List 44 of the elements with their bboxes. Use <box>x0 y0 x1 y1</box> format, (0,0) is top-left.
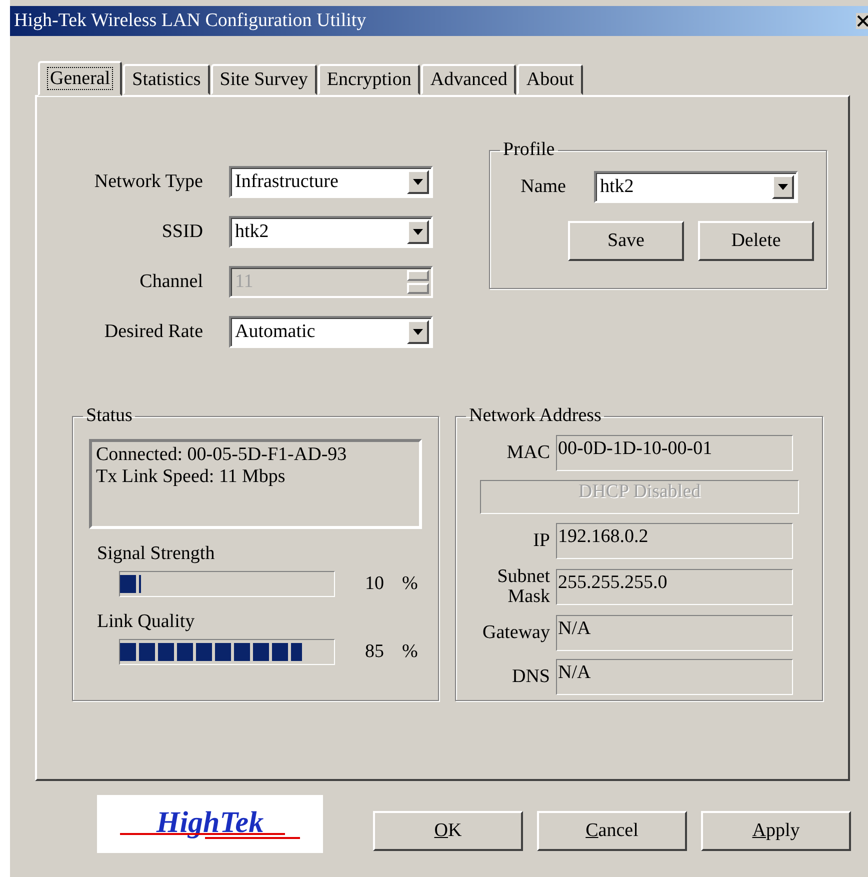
dialog-button[interactable]: OK <box>373 811 523 851</box>
readonly-field: N/A <box>556 658 793 695</box>
tab[interactable]: Advanced <box>421 64 516 95</box>
status-line: Connected: 00-05-5D-F1-AD-93 <box>96 444 348 466</box>
meter-reading: 10 <box>365 573 384 595</box>
tab[interactable]: Statistics <box>123 64 210 95</box>
group-title: Status <box>85 405 134 427</box>
field-label: Name <box>520 176 567 198</box>
logo-text: HighTek <box>156 808 264 838</box>
field-label: SSID <box>160 221 204 243</box>
tab[interactable]: Site Survey <box>210 64 317 95</box>
tab[interactable]: General <box>38 61 122 96</box>
profile-button[interactable]: Delete <box>698 221 814 261</box>
group-title: Profile <box>502 139 556 161</box>
field-label: DNS <box>510 666 551 687</box>
group-title: Network Address <box>468 405 602 427</box>
window-title: High-Tek Wireless LAN Configuration Utility <box>14 10 366 32</box>
readonly-field: 00-0D-1D-10-00-01 <box>556 435 793 471</box>
field-label: IP <box>532 531 551 551</box>
field-label: Network Type <box>93 171 204 193</box>
readonly-field: N/A <box>556 614 793 651</box>
status-line: Tx Link Speed: 11 Mbps <box>96 466 286 488</box>
field-label: Desired Rate <box>103 321 204 343</box>
meter-label: Signal Strength <box>97 543 216 565</box>
tab[interactable]: About <box>517 64 583 95</box>
close-icon[interactable] <box>856 13 868 29</box>
dialog-button[interactable]: Cancel <box>537 811 687 851</box>
field-label: MAC <box>506 443 551 463</box>
readonly-field: 192.168.0.2 <box>556 523 793 559</box>
tab[interactable]: Encryption <box>318 64 420 95</box>
dialog-button[interactable]: Apply <box>701 811 851 851</box>
readonly-field: 255.255.255.0 <box>556 568 793 605</box>
meter-label: Link Quality <box>97 611 196 633</box>
dropdown[interactable]: Infrastructure <box>229 166 433 198</box>
meter-unit: % <box>402 641 418 663</box>
meter-unit: % <box>402 573 418 595</box>
dropdown[interactable]: htk2 <box>229 216 433 248</box>
field-label: Gateway <box>481 622 551 643</box>
dropdown[interactable]: htk2 <box>594 171 798 203</box>
meter-reading: 85 <box>365 641 384 663</box>
field-label: Subnet Mask <box>496 567 551 607</box>
dropdown[interactable]: Automatic <box>229 316 433 348</box>
field-label: Channel <box>138 271 204 293</box>
profile-button[interactable]: Save <box>568 221 684 261</box>
